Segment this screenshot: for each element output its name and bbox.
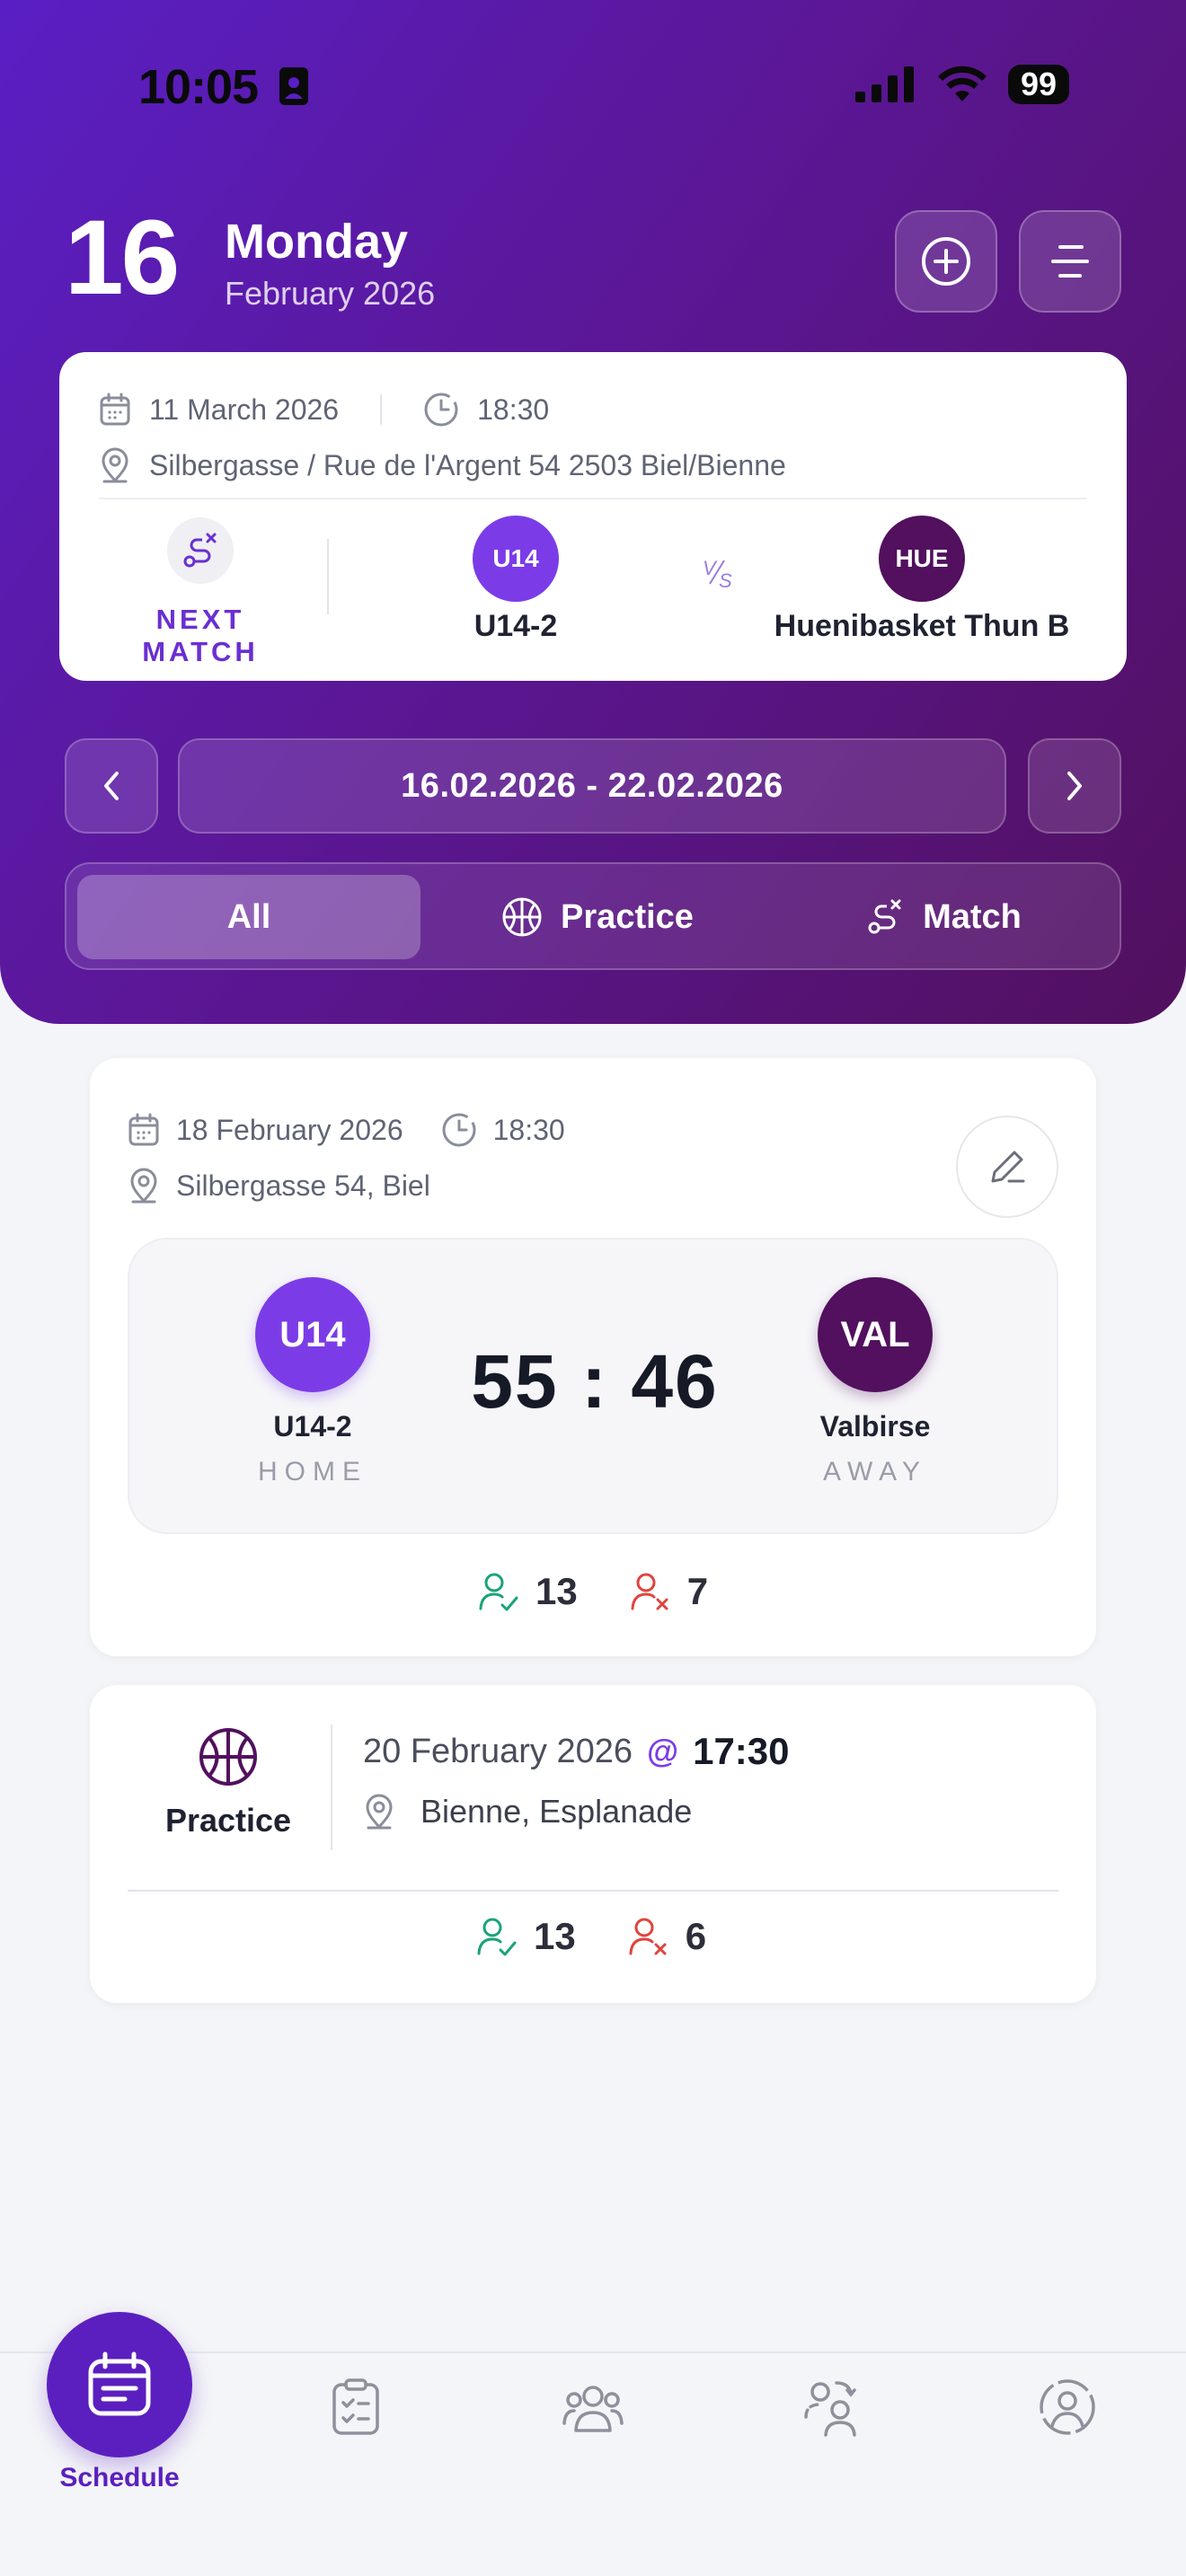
tab-tasks[interactable] (302, 2371, 410, 2443)
away-team-abbr: HUE (895, 544, 949, 572)
tab-members[interactable] (776, 2371, 884, 2443)
next-match-location: Silbergasse / Rue de l'Argent 54 2503 Bi… (149, 448, 786, 481)
tab-profile[interactable] (1013, 2371, 1121, 2443)
away-team-abbr: VAL (840, 1314, 910, 1354)
calendar-schedule-icon (88, 2351, 151, 2416)
person-badge-icon (279, 66, 309, 110)
filter-all-label: All (226, 897, 271, 936)
week-range-label: 16.02.2026 - 22.02.2026 (401, 766, 783, 805)
svg-text:S: S (719, 569, 732, 591)
cellular-signal-icon (854, 66, 914, 102)
wifi-icon (937, 66, 987, 101)
status-time: 10:05 (138, 60, 259, 114)
next-match-date: 11 March 2026 (149, 393, 340, 426)
match-location: Silbergasse 54, Biel (176, 1169, 430, 1202)
home-team-avatar: U14 (473, 516, 559, 602)
status-bar: 10:05 99 (0, 0, 1186, 171)
divider (99, 498, 1087, 499)
location-pin-icon (102, 447, 128, 483)
home-team-name: U14-2 (474, 609, 558, 643)
week-range-selector[interactable]: 16.02.2026 - 22.02.2026 (178, 738, 1006, 834)
tab-schedule[interactable] (47, 2312, 192, 2457)
home-side-label: HOME (258, 1457, 367, 1486)
away-team-name: Valbirse (819, 1410, 931, 1442)
match-score-panel: U14 U14-2 HOME 55 : 46 VAL Valbirse AWAY (128, 1238, 1058, 1534)
location-pin-icon (130, 1168, 157, 1204)
pencil-icon (991, 1151, 1025, 1183)
add-event-button[interactable] (895, 210, 997, 313)
user-check-icon (477, 1918, 517, 1956)
away-team-name: Huenibasket Thun B (774, 609, 1070, 643)
away-team-avatar: HUE (879, 516, 965, 602)
filter-practice[interactable]: Practice (426, 875, 769, 959)
score-separator: : (581, 1339, 608, 1424)
next-match-time: 18:30 (477, 393, 550, 426)
edit-match-button[interactable] (956, 1116, 1058, 1218)
practice-attendance: 13 6 (476, 1915, 706, 1958)
match-route-icon (868, 899, 901, 934)
home-team-abbr: U14 (492, 544, 539, 572)
clock-icon (442, 1113, 476, 1147)
clipboard-checklist-icon (332, 2378, 379, 2435)
basketball-icon (199, 1728, 257, 1786)
practice-location: Bienne, Esplanade (420, 1793, 693, 1830)
away-side-label: AWAY (823, 1457, 927, 1486)
calendar-icon (100, 393, 130, 426)
chevron-left-icon (104, 772, 119, 800)
next-week-button[interactable] (1028, 738, 1121, 834)
day-number: 16 (65, 198, 180, 317)
user-switch-icon (804, 2381, 856, 2437)
match-route-icon (167, 517, 234, 584)
event-type-filter: All Practice Match (65, 862, 1121, 970)
absent-count: 6 (685, 1915, 707, 1957)
menu-button[interactable] (1019, 210, 1121, 313)
away-team-avatar: VAL (818, 1277, 933, 1392)
practice-date: 20 February 2026 (363, 1732, 633, 1770)
month-year-label: February 2026 (225, 275, 436, 312)
divider (331, 1725, 332, 1850)
users-group-icon (562, 2386, 624, 2432)
weekday-label: Monday (225, 215, 409, 269)
practice-type-label: Practice (164, 1802, 292, 1839)
practice-event-card[interactable]: Practice 20 February 2026 @ 17:30 Bienne… (90, 1685, 1096, 2003)
next-match-card[interactable]: 11 March 2026 18:30 Silbergasse / Rue de… (59, 352, 1127, 681)
filter-match[interactable]: Match (774, 875, 1112, 959)
filter-match-label: Match (923, 897, 1022, 936)
at-symbol: @ (646, 1733, 679, 1769)
tab-schedule-label: Schedule (59, 2463, 180, 2492)
basketball-icon (502, 897, 542, 937)
clock-icon (424, 393, 458, 427)
match-event-card[interactable]: 18 February 2026 18:30 Silbergasse 54, B… (90, 1058, 1096, 1656)
home-score: 55 (471, 1339, 559, 1424)
next-match-label: NEXT MATCH (142, 604, 259, 667)
previous-week-button[interactable] (65, 738, 158, 834)
away-score: 46 (631, 1339, 719, 1424)
menu-lines-icon (1051, 245, 1089, 278)
filter-practice-label: Practice (561, 897, 694, 936)
match-time: 18:30 (492, 1113, 565, 1146)
plus-circle-icon (922, 237, 970, 286)
divider (128, 1890, 1058, 1892)
user-check-icon (479, 1573, 518, 1611)
versus-label: VS (701, 555, 733, 598)
user-x-icon (631, 1573, 668, 1610)
chevron-right-icon (1067, 772, 1082, 800)
filter-all[interactable]: All (77, 875, 420, 959)
location-pin-icon (366, 1794, 393, 1830)
attending-count: 13 (534, 1915, 576, 1957)
match-attendance: 13 7 (478, 1570, 708, 1613)
divider (380, 394, 383, 425)
practice-time: 17:30 (693, 1730, 790, 1772)
match-date: 18 February 2026 (176, 1113, 403, 1146)
tab-team[interactable] (539, 2371, 647, 2443)
divider (327, 539, 329, 614)
attending-count: 13 (535, 1570, 578, 1612)
battery-indicator: 99 (1007, 65, 1069, 104)
user-circle-icon (1040, 2379, 1095, 2435)
calendar-icon (128, 1113, 159, 1146)
absent-count: 7 (686, 1570, 709, 1612)
user-x-icon (629, 1918, 667, 1955)
